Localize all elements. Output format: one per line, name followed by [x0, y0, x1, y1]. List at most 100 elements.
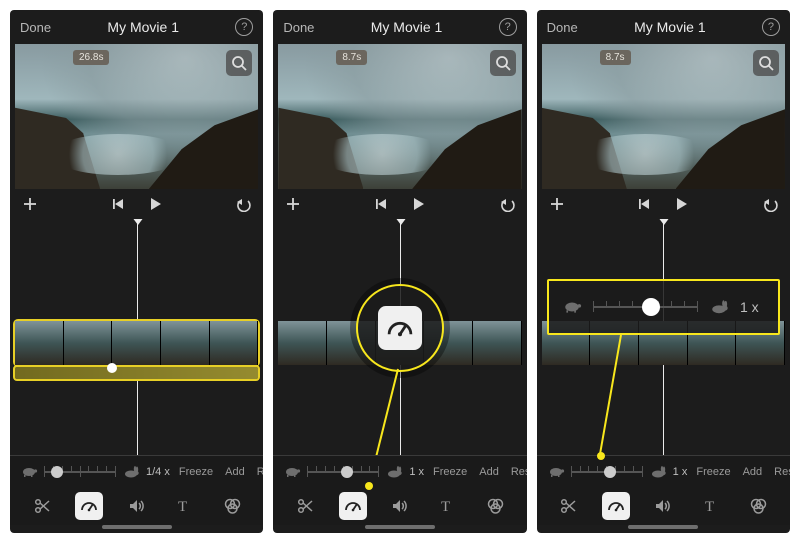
video-preview[interactable]: 8.7s	[542, 44, 785, 189]
bottom-toolbar: 1/4 x Freeze Add Reset	[10, 455, 263, 525]
filters-tool[interactable]	[481, 492, 509, 520]
done-button[interactable]: Done	[20, 20, 51, 35]
text-tool[interactable]	[433, 492, 461, 520]
skip-back-icon	[637, 196, 653, 212]
speed-tool[interactable]	[602, 492, 630, 520]
add-media-button[interactable]	[549, 196, 565, 212]
speed-slider[interactable]	[593, 298, 698, 316]
timeline[interactable]: 1 x	[537, 219, 790, 455]
add-speed-button[interactable]: Add	[740, 466, 766, 478]
play-icon	[410, 196, 426, 212]
timeline[interactable]	[273, 219, 526, 455]
speedometer-icon	[344, 497, 362, 515]
text-tool[interactable]	[697, 492, 725, 520]
undo-button[interactable]	[762, 196, 778, 212]
speedometer-icon	[80, 497, 98, 515]
speed-value-label: 1/4 x	[146, 466, 170, 478]
scissors-icon	[559, 497, 577, 515]
filters-tool[interactable]	[218, 492, 246, 520]
undo-button[interactable]	[235, 196, 251, 212]
freeze-button[interactable]: Freeze	[430, 466, 470, 478]
undo-icon	[762, 196, 778, 212]
play-button[interactable]	[147, 196, 163, 212]
playback-controls	[273, 189, 526, 219]
speed-slider-thumb[interactable]	[604, 466, 616, 478]
undo-button[interactable]	[499, 196, 515, 212]
clip-strip[interactable]	[15, 321, 258, 365]
volume-tool[interactable]	[123, 492, 151, 520]
speed-slider-thumb[interactable]	[642, 298, 660, 316]
reset-speed-button[interactable]: Reset	[771, 466, 790, 478]
filters-icon	[749, 497, 767, 515]
clip-speed-bar[interactable]	[15, 367, 258, 379]
help-button[interactable]: ?	[499, 18, 517, 36]
speed-slider-thumb[interactable]	[341, 466, 353, 478]
skip-back-button[interactable]	[637, 196, 653, 212]
home-indicator	[102, 525, 172, 529]
zoom-button[interactable]	[490, 50, 516, 76]
reset-speed-button[interactable]: Reset	[254, 466, 264, 478]
speed-tool[interactable]	[75, 492, 103, 520]
add-media-button[interactable]	[22, 196, 38, 212]
speed-slider[interactable]	[307, 463, 379, 481]
done-button[interactable]: Done	[283, 20, 314, 35]
speed-controls-row: 1/4 x Freeze Add Reset	[10, 456, 263, 488]
video-preview[interactable]: 26.8s	[15, 44, 258, 189]
turtle-icon	[283, 464, 301, 480]
add-speed-button[interactable]: Add	[476, 466, 502, 478]
volume-icon	[391, 497, 409, 515]
scissors-tool[interactable]	[28, 492, 56, 520]
top-bar: Done My Movie 1 ?	[10, 10, 263, 44]
rabbit-icon	[385, 464, 403, 480]
plus-icon	[22, 196, 38, 212]
add-media-button[interactable]	[285, 196, 301, 212]
volume-tool[interactable]	[649, 492, 677, 520]
play-button[interactable]	[673, 196, 689, 212]
help-button[interactable]: ?	[235, 18, 253, 36]
filters-icon	[486, 497, 504, 515]
skip-back-icon	[111, 196, 127, 212]
phone-screen-3: Done My Movie 1 ? 8.7s	[537, 10, 790, 533]
callout-speed-slider: 1 x	[547, 279, 780, 335]
speed-slider[interactable]	[571, 463, 643, 481]
zoom-button[interactable]	[753, 50, 779, 76]
freeze-button[interactable]: Freeze	[693, 466, 733, 478]
freeze-button[interactable]: Freeze	[176, 466, 216, 478]
search-icon	[231, 55, 247, 71]
speed-range-handle[interactable]	[107, 363, 117, 373]
plus-icon	[549, 196, 565, 212]
timeline[interactable]	[10, 219, 263, 455]
play-icon	[147, 196, 163, 212]
phone-screen-2: Done My Movie 1 ? 8.7s	[273, 10, 526, 533]
speedometer-icon	[607, 497, 625, 515]
scissors-tool[interactable]	[554, 492, 582, 520]
done-button[interactable]: Done	[547, 20, 578, 35]
skip-back-button[interactable]	[111, 196, 127, 212]
speed-slider-thumb[interactable]	[51, 466, 63, 478]
skip-back-icon	[374, 196, 390, 212]
duration-badge: 26.8s	[73, 50, 109, 65]
help-button[interactable]: ?	[762, 18, 780, 36]
skip-back-button[interactable]	[374, 196, 390, 212]
speed-slider[interactable]	[44, 463, 116, 481]
top-bar: Done My Movie 1 ?	[537, 10, 790, 44]
callout-dot	[365, 482, 373, 490]
text-icon	[438, 497, 456, 515]
volume-tool[interactable]	[386, 492, 414, 520]
filters-tool[interactable]	[744, 492, 772, 520]
speed-tool[interactable]	[339, 492, 367, 520]
scissors-icon	[33, 497, 51, 515]
plus-icon	[285, 196, 301, 212]
play-button[interactable]	[410, 196, 426, 212]
video-preview[interactable]: 8.7s	[278, 44, 521, 189]
text-tool[interactable]	[170, 492, 198, 520]
add-speed-button[interactable]: Add	[222, 466, 248, 478]
zoom-button[interactable]	[226, 50, 252, 76]
callout-dot	[597, 452, 605, 460]
turtle-icon	[547, 464, 565, 480]
top-bar: Done My Movie 1 ?	[273, 10, 526, 44]
scissors-tool[interactable]	[291, 492, 319, 520]
reset-speed-button[interactable]: Reset	[508, 466, 527, 478]
scissors-icon	[296, 497, 314, 515]
volume-icon	[654, 497, 672, 515]
